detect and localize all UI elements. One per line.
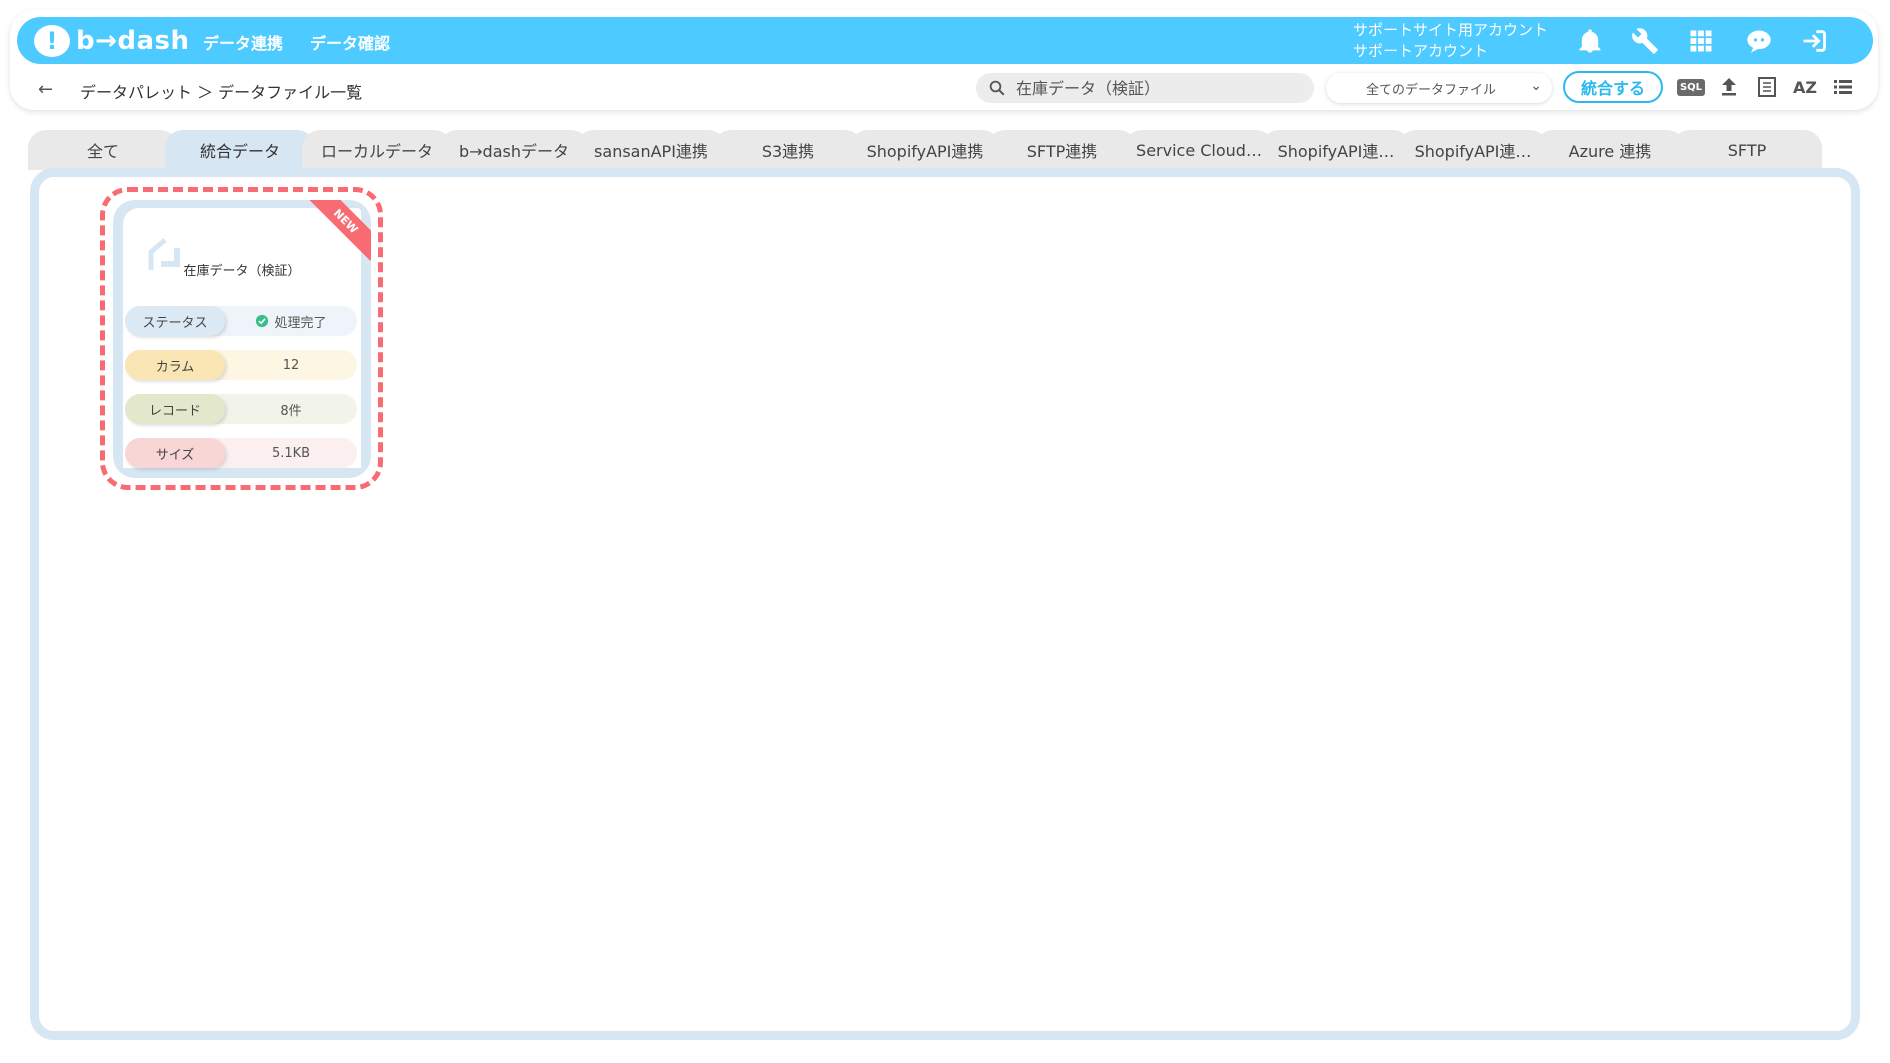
table-view-icon[interactable] <box>1754 74 1780 100</box>
file-type-select[interactable]: 全てのデータファイル ⌄ <box>1326 73 1552 103</box>
tab-sansan-api[interactable]: sansanAPI連携 <box>576 130 726 170</box>
bell-icon[interactable] <box>1573 24 1607 58</box>
record-count-row: レコード 8件 <box>125 394 357 424</box>
account-info[interactable]: サポートサイト用アカウント サポートアカウント <box>1353 20 1548 62</box>
column-value: 12 <box>282 357 300 373</box>
list-view-icon[interactable] <box>1830 74 1856 100</box>
tab-local-data[interactable]: ローカルデータ <box>302 130 452 170</box>
tab-service-cloud[interactable]: Service Cloud… <box>1124 130 1274 170</box>
back-arrow-icon[interactable]: ← <box>38 79 53 100</box>
account-name: サポートアカウント <box>1353 42 1489 60</box>
wrench-icon[interactable] <box>1628 24 1662 58</box>
file-type-select-value: 全てのデータファイル <box>1366 82 1497 98</box>
search-input[interactable] <box>1014 77 1298 99</box>
logout-icon[interactable] <box>1797 24 1831 58</box>
card-body-frame: 在庫データ（検証） NEW ステータス 処理完了 カラム 12 レコード 8件 … <box>113 200 371 478</box>
record-label: レコード <box>125 394 225 424</box>
tab-shopify-api-2[interactable]: ShopifyAPI連… <box>1261 130 1411 170</box>
nav-data-check[interactable]: データ確認 <box>310 30 390 54</box>
sort-az-icon[interactable]: AZ <box>1792 74 1818 100</box>
nav-data-integration[interactable]: データ連携 <box>203 30 283 54</box>
sort-az-label: AZ <box>1793 77 1817 97</box>
status-value: 処理完了 <box>274 315 327 331</box>
tab-integrated-data[interactable]: 統合データ <box>165 130 315 170</box>
status-label: ステータス <box>125 306 225 336</box>
upload-icon[interactable] <box>1716 74 1742 100</box>
merge-button[interactable]: 統合する <box>1563 71 1663 103</box>
apps-grid-icon[interactable] <box>1684 24 1718 58</box>
chevron-down-icon: ⌄ <box>1530 78 1542 94</box>
logo-text: b→dash <box>76 26 190 56</box>
search-box[interactable] <box>976 73 1314 103</box>
tab-sftp[interactable]: SFTP <box>1672 130 1822 170</box>
tab-all[interactable]: 全て <box>28 130 178 170</box>
card-title: 在庫データ（検証） <box>183 264 301 279</box>
search-icon <box>989 80 1005 96</box>
tab-bdash-data[interactable]: b→dashデータ <box>439 130 589 170</box>
size-value: 5.1KB <box>271 445 311 461</box>
bdash-logo[interactable]: ! b→dash <box>34 24 190 58</box>
tab-shopify-api[interactable]: ShopifyAPI連携 <box>850 130 1000 170</box>
tab-sftp-integration[interactable]: SFTP連携 <box>987 130 1137 170</box>
account-site-label: サポートサイト用アカウント <box>1353 21 1549 39</box>
column-label: カラム <box>125 350 225 380</box>
support-chat-icon[interactable] <box>1742 24 1776 58</box>
sql-icon[interactable]: SQL <box>1676 74 1706 100</box>
size-label: サイズ <box>125 438 225 468</box>
card-header: 在庫データ（検証） <box>123 208 361 298</box>
column-count-row: カラム 12 <box>125 350 357 380</box>
data-file-card[interactable]: 在庫データ（検証） NEW ステータス 処理完了 カラム 12 レコード 8件 … <box>100 187 383 490</box>
status-row: ステータス 処理完了 <box>125 306 357 336</box>
record-value: 8件 <box>280 403 302 419</box>
tab-s3[interactable]: S3連携 <box>713 130 863 170</box>
breadcrumb: データパレット ＞ データファイル一覧 <box>80 83 363 102</box>
check-circle-icon <box>256 314 269 328</box>
logo-bubble-icon: ! <box>34 25 70 57</box>
tab-azure[interactable]: Azure 連携 <box>1535 130 1685 170</box>
sql-label: SQL <box>1676 78 1706 96</box>
tab-shopify-api-3[interactable]: ShopifyAPI連… <box>1398 130 1548 170</box>
status-value-wrap: 処理完了 <box>225 306 357 336</box>
size-row: サイズ 5.1KB <box>125 438 357 468</box>
